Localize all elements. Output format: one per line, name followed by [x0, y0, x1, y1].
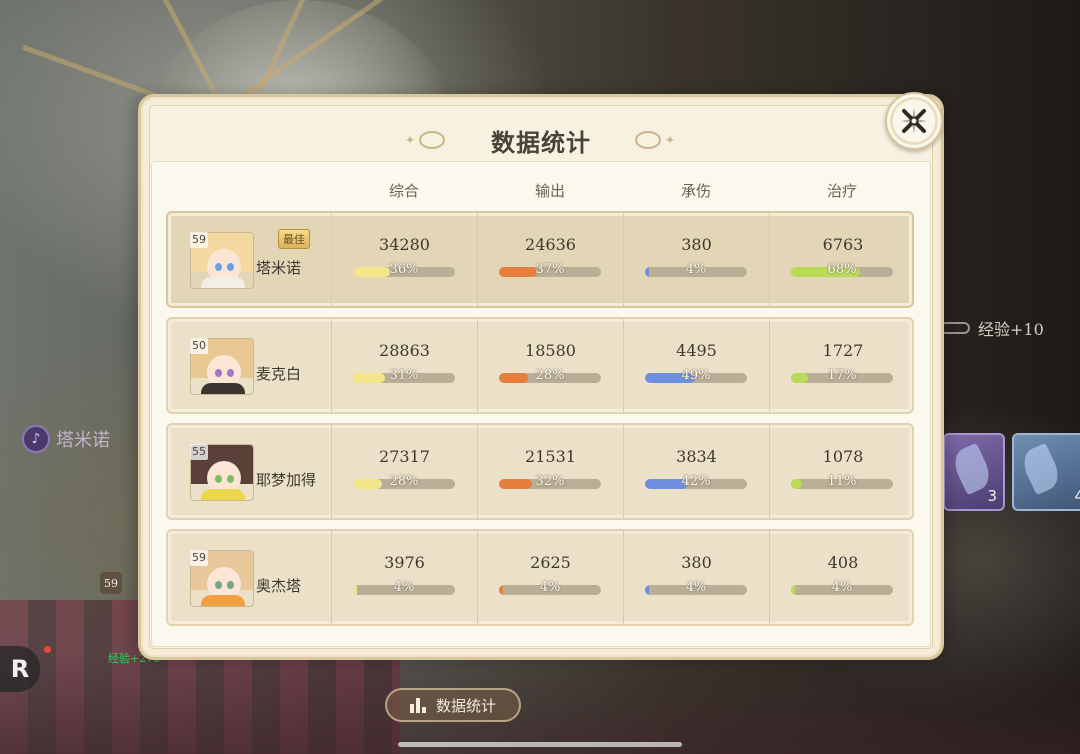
column-header-output: 输出: [534, 182, 565, 200]
reward-item-card[interactable]: 4: [1012, 433, 1080, 511]
stat-percent-label: 4%: [685, 580, 707, 595]
stat-value: 2625: [530, 553, 571, 572]
lyre-icon: ♪: [22, 425, 50, 453]
character-level: 59: [190, 550, 208, 566]
stat-value: 380: [681, 235, 712, 254]
close-x-icon: [901, 108, 927, 134]
stat-cell: 4495 49%: [624, 319, 770, 412]
stat-percent-label: 37%: [535, 262, 565, 277]
character-level: 59: [190, 232, 208, 248]
stat-cell: 24636 37%: [478, 213, 624, 306]
character-cell: 59 最佳塔米诺: [168, 213, 332, 306]
character-level: 55: [190, 444, 208, 460]
character-name: 麦克白: [256, 365, 302, 383]
stat-percent-label: 11%: [827, 474, 857, 489]
stat-cell: 380 4%: [624, 213, 770, 306]
reward-item-count: 3: [987, 487, 997, 505]
close-button[interactable]: [885, 92, 943, 150]
home-indicator[interactable]: [398, 742, 682, 747]
stat-value: 6763: [822, 235, 864, 254]
character-cell: 55 耶梦加得: [168, 425, 332, 518]
stat-value: 380: [681, 553, 712, 572]
character-name: 奥杰塔: [256, 577, 302, 595]
stat-cell: 1727 17%: [770, 319, 916, 412]
reward-item-card[interactable]: 3: [943, 433, 1005, 511]
stat-cell: 1078 11%: [770, 425, 916, 518]
stat-value: 1078: [822, 447, 864, 466]
stat-value: 24636: [525, 235, 576, 254]
stat-percent-label: 31%: [389, 368, 419, 383]
panel-title: 数据统计: [491, 128, 591, 157]
background-character-label: ♪ 塔米诺: [22, 425, 110, 453]
stat-value: 3976: [384, 553, 425, 572]
background-level-badge: 59: [100, 572, 122, 594]
stat-cell: 21531 32%: [478, 425, 624, 518]
table-row: 59 最佳塔米诺 34280 36% 24636 37% 380 4% 6763 68%: [166, 211, 914, 308]
stat-percent-label: 28%: [389, 474, 419, 489]
character-cell: 50 麦克白: [168, 319, 332, 412]
stat-cell: 34280 36%: [332, 213, 478, 306]
background-exp-reward: 经验+10: [940, 316, 1044, 340]
stat-percent-label: 68%: [827, 262, 857, 277]
stat-value: 28863: [379, 341, 430, 360]
stat-percent-label: 28%: [535, 368, 565, 383]
bar-chart-icon: [409, 697, 426, 713]
stat-cell: 18580 28%: [478, 319, 624, 412]
column-header-composite: 综合: [388, 182, 419, 200]
stat-value: 18580: [525, 341, 576, 360]
table-row: 50 麦克白 28863 31% 18580 28% 4495 49% 1727 17%: [166, 317, 914, 414]
stat-percent-label: 4%: [539, 580, 561, 595]
overlay-logo[interactable]: R: [0, 646, 40, 692]
column-header-damage-taken: 承伤: [680, 182, 711, 200]
table-row: 59 奥杰塔 3976 4% 2625 4% 380 4% 408 4%: [166, 529, 914, 626]
stat-value: 27317: [379, 447, 430, 466]
stats-button-label: 数据统计: [435, 696, 496, 715]
stat-value: 408: [827, 553, 859, 572]
stat-percent-label: 17%: [827, 368, 857, 383]
stat-percent-label: 32%: [535, 474, 565, 489]
table-row: 55 耶梦加得 27317 28% 21531 32% 3834 42% 1078 11%: [166, 423, 914, 520]
claw-icon: [1018, 442, 1064, 496]
stat-cell: 28863 31%: [332, 319, 478, 412]
overlay-logo-letter: R: [10, 655, 30, 683]
stat-cell: 3976 4%: [332, 531, 478, 624]
background-exp-label: 经验+10: [978, 320, 1044, 339]
best-badge: 最佳: [278, 229, 310, 249]
stat-value: 21531: [525, 447, 576, 466]
column-header-healing: 治疗: [826, 182, 857, 200]
stat-cell: 27317 28%: [332, 425, 478, 518]
stat-value: 1727: [822, 341, 864, 360]
stat-percent-label: 49%: [681, 368, 711, 383]
character-cell: 59 奥杰塔: [168, 531, 332, 624]
stat-value: 34280: [379, 235, 430, 254]
stat-value: 4495: [676, 341, 717, 360]
character-level: 50: [190, 338, 208, 354]
character-name: 耶梦加得: [256, 471, 317, 489]
stat-percent-label: 4%: [831, 580, 853, 595]
stat-percent-label: 4%: [393, 580, 415, 595]
stat-cell: 3834 42%: [624, 425, 770, 518]
background-floor: [0, 650, 1080, 754]
stat-percent-label: 42%: [681, 474, 711, 489]
stat-percent-label: 36%: [389, 262, 419, 277]
stat-percent-label: 4%: [685, 262, 707, 277]
reward-item-count: 4: [1074, 487, 1080, 505]
stats-button[interactable]: 数据统计: [385, 688, 521, 722]
stat-cell: 6763 68%: [770, 213, 916, 306]
stat-cell: 380 4%: [624, 531, 770, 624]
notification-dot: [44, 646, 51, 653]
stat-cell: 408 4%: [770, 531, 916, 624]
character-name: 塔米诺: [256, 259, 302, 277]
stat-cell: 2625 4%: [478, 531, 624, 624]
background-character-name: 塔米诺: [56, 430, 110, 451]
stat-value: 3834: [676, 447, 717, 466]
title-ornament-right: ✦: [635, 131, 675, 149]
